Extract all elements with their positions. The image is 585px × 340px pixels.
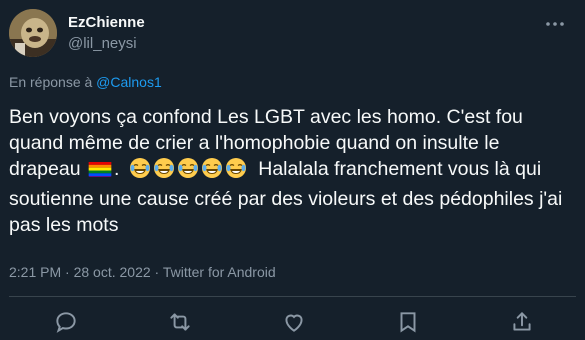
- author-block: EzChienne @lil_neysi: [68, 14, 145, 54]
- rainbow-flag-icon: [88, 160, 112, 177]
- handle[interactable]: @lil_neysi: [68, 34, 145, 54]
- tweet-text: Ben voyons ça confond Les LGBT avec les …: [9, 104, 569, 238]
- reply-mention-link[interactable]: @Calnos1: [96, 74, 162, 90]
- reply-prefix: En réponse à: [9, 74, 97, 90]
- share-icon[interactable]: [509, 309, 535, 335]
- divider: [9, 296, 576, 297]
- bookmark-icon[interactable]: [395, 309, 421, 335]
- display-name[interactable]: EzChienne: [68, 14, 145, 32]
- more-options-icon[interactable]: [543, 12, 567, 36]
- face-with-tears-of-joy-icon: [153, 157, 175, 179]
- reply-icon[interactable]: [53, 309, 79, 335]
- avatar[interactable]: [9, 9, 57, 57]
- avatar-image: [9, 9, 57, 57]
- action-bar: [0, 305, 585, 339]
- reply-context: En réponse à @Calnos1: [9, 74, 162, 90]
- tweet-metadata: 2:21 PM · 28 oct. 2022 · Twitter for And…: [9, 264, 276, 280]
- face-with-tears-of-joy-icon: [129, 157, 151, 179]
- tweet-text-part2: .: [113, 158, 125, 180]
- face-with-tears-of-joy-icon: [201, 157, 223, 179]
- face-with-tears-of-joy-icon: [225, 157, 247, 179]
- tweet: EzChienne @lil_neysi En réponse à @Calno…: [0, 0, 585, 340]
- like-icon[interactable]: [281, 309, 307, 335]
- face-with-tears-of-joy-icon: [177, 157, 199, 179]
- emoji-group: [129, 157, 249, 186]
- retweet-icon[interactable]: [167, 309, 193, 335]
